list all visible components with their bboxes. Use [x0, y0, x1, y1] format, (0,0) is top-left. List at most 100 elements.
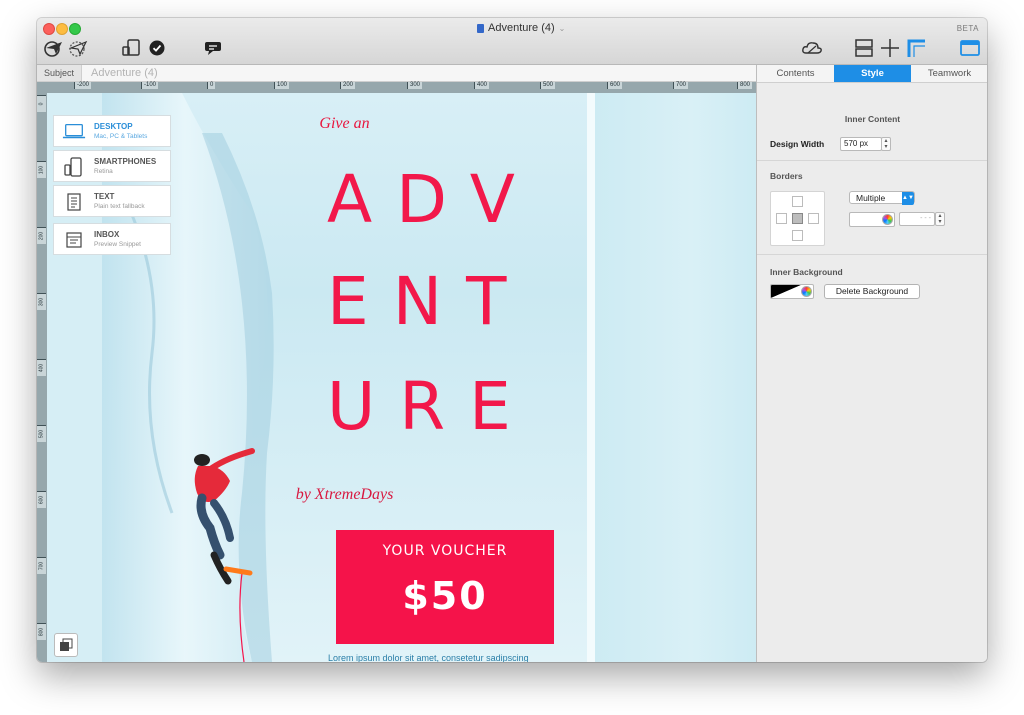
inner-content-heading: Inner Content — [844, 114, 901, 124]
border-color-well[interactable] — [849, 212, 895, 227]
chat-icon[interactable] — [203, 38, 223, 58]
borders-heading: Borders — [770, 171, 803, 181]
border-size-input[interactable]: - - - — [899, 212, 935, 226]
tab-teamwork[interactable]: Teamwork — [911, 65, 987, 82]
ruler-tick: 800 — [737, 82, 753, 89]
divider — [757, 160, 987, 161]
move-icon[interactable] — [879, 38, 901, 58]
delete-background-button[interactable]: Delete Background — [824, 284, 920, 299]
background-color-well[interactable] — [770, 284, 814, 299]
ruler-tick: 300 — [407, 82, 423, 89]
check-icon[interactable] — [148, 38, 166, 58]
document-title[interactable]: Adventure (4) ⌄ — [477, 22, 565, 34]
color-wheel-icon — [801, 286, 812, 297]
body-text: Lorem ipsum dolor sit amet, consetetur s… — [328, 653, 529, 662]
ruler-tick: 700 — [673, 82, 689, 89]
design-width-stepper[interactable]: ▴ ▾ — [881, 137, 891, 151]
inbox-icon — [62, 231, 86, 249]
ruler-tick: 700 — [37, 557, 46, 574]
background-swatch — [771, 285, 801, 298]
border-all-toggle[interactable] — [792, 213, 803, 224]
border-mode-value: Multiple — [856, 193, 886, 203]
ruler-tick: 300 — [37, 293, 46, 310]
subject-input[interactable]: Adventure (4) — [91, 65, 158, 81]
ruler-tick: 400 — [37, 359, 46, 376]
corner-icon[interactable] — [905, 38, 927, 58]
text-document-icon — [62, 193, 86, 211]
tab-style[interactable]: Style — [834, 65, 911, 82]
document-title-label: Adventure (4) — [488, 22, 555, 34]
title-bar: Adventure (4) ⌄ BETA — [37, 18, 987, 65]
inspector-panel: Contents Style Teamwork Inner Content De… — [756, 65, 987, 662]
document-icon — [477, 23, 484, 33]
ruler-tick: 100 — [274, 82, 290, 89]
device-icon[interactable] — [121, 38, 143, 58]
device-description: Plain text fallback — [94, 203, 145, 210]
app-window: Adventure (4) ⌄ BETA Subject Adventure (… — [37, 18, 987, 662]
ruler-tick: 400 — [474, 82, 490, 89]
hero-headline-line2: ENT — [327, 263, 531, 340]
border-bottom-toggle[interactable] — [792, 230, 803, 241]
device-name: TEXT — [94, 192, 115, 201]
beta-label: BETA — [956, 24, 979, 33]
ruler-tick: 600 — [607, 82, 623, 89]
ruler-tick: 500 — [37, 425, 46, 442]
device-description: Preview Snippet — [94, 241, 141, 248]
hero-byline: by XtremeDays — [295, 486, 394, 503]
canvas-separator — [587, 93, 595, 662]
device-name: SMARTPHONES — [94, 157, 157, 166]
device-description: Mac, PC & Tablets — [94, 133, 148, 140]
ruler-tick: 200 — [37, 227, 46, 244]
subject-bar: Subject Adventure (4) — [37, 65, 756, 82]
hero-headline-line3: URE — [327, 368, 535, 445]
ruler-tick: 200 — [340, 82, 356, 89]
ruler-tick: 0 — [37, 95, 46, 112]
hero-headline-line1: ADV — [327, 161, 539, 238]
voucher-block[interactable]: YOUR VOUCHER $50 — [336, 530, 554, 644]
device-inbox-button[interactable]: INBOX Preview Snippet — [53, 223, 171, 255]
device-smartphones-button[interactable]: SMARTPHONES Retina — [53, 150, 171, 182]
ruler-tick: 600 — [37, 491, 46, 508]
device-text-button[interactable]: TEXT Plain text fallback — [53, 185, 171, 217]
tab-contents[interactable]: Contents — [757, 65, 834, 82]
device-switcher: DESKTOP Mac, PC & Tablets SMARTPHONES Re… — [53, 115, 173, 258]
select-arrow-icon: ▲▼ — [902, 192, 914, 205]
panel-icon[interactable] — [959, 38, 981, 58]
color-wheel-icon — [882, 214, 893, 225]
subject-label: Subject — [37, 65, 82, 81]
ruler-tick: -200 — [74, 82, 92, 89]
border-top-toggle[interactable] — [792, 196, 803, 207]
ruler-tick: -100 — [141, 82, 159, 89]
inspector-tabs: Contents Style Teamwork — [757, 65, 987, 83]
border-right-toggle[interactable] — [808, 213, 819, 224]
border-mode-select[interactable]: Multiple ▲▼ — [849, 191, 915, 205]
cloud-icon[interactable] — [801, 38, 823, 58]
device-desktop-button[interactable]: DESKTOP Mac, PC & Tablets — [53, 115, 171, 147]
smartphone-icon — [62, 157, 86, 177]
chevron-down-icon: ⌄ — [558, 23, 566, 33]
voucher-title: YOUR VOUCHER — [382, 543, 508, 559]
laptop-icon — [62, 123, 86, 141]
minimize-window-button[interactable] — [56, 23, 68, 35]
layer-toggle-button[interactable] — [54, 633, 78, 657]
design-canvas[interactable]: Give an ADV ENT URE by XtremeDays YOUR V… — [47, 93, 756, 662]
hero-intro-text: Give an — [319, 115, 370, 132]
device-description: Retina — [94, 168, 113, 175]
design-width-label: Design Width — [770, 139, 825, 149]
design-width-input[interactable]: 570 px — [840, 137, 882, 151]
layers-icon — [60, 638, 73, 651]
border-size-stepper[interactable]: ▴ ▾ — [935, 212, 945, 226]
preview-icon[interactable] — [67, 38, 89, 58]
send-icon[interactable] — [43, 38, 65, 58]
email-content[interactable]: Give an ADV ENT URE by XtremeDays YOUR V… — [102, 93, 587, 662]
ruler-tick: 500 — [540, 82, 556, 89]
layout-icon[interactable] — [853, 38, 875, 58]
close-window-button[interactable] — [43, 23, 55, 35]
device-name: INBOX — [94, 230, 120, 239]
zoom-window-button[interactable] — [69, 23, 81, 35]
border-left-toggle[interactable] — [776, 213, 787, 224]
inner-background-heading: Inner Background — [770, 267, 843, 277]
canvas-background-right — [595, 93, 756, 662]
voucher-amount: $50 — [402, 574, 488, 618]
ruler-tick: 100 — [37, 161, 46, 178]
